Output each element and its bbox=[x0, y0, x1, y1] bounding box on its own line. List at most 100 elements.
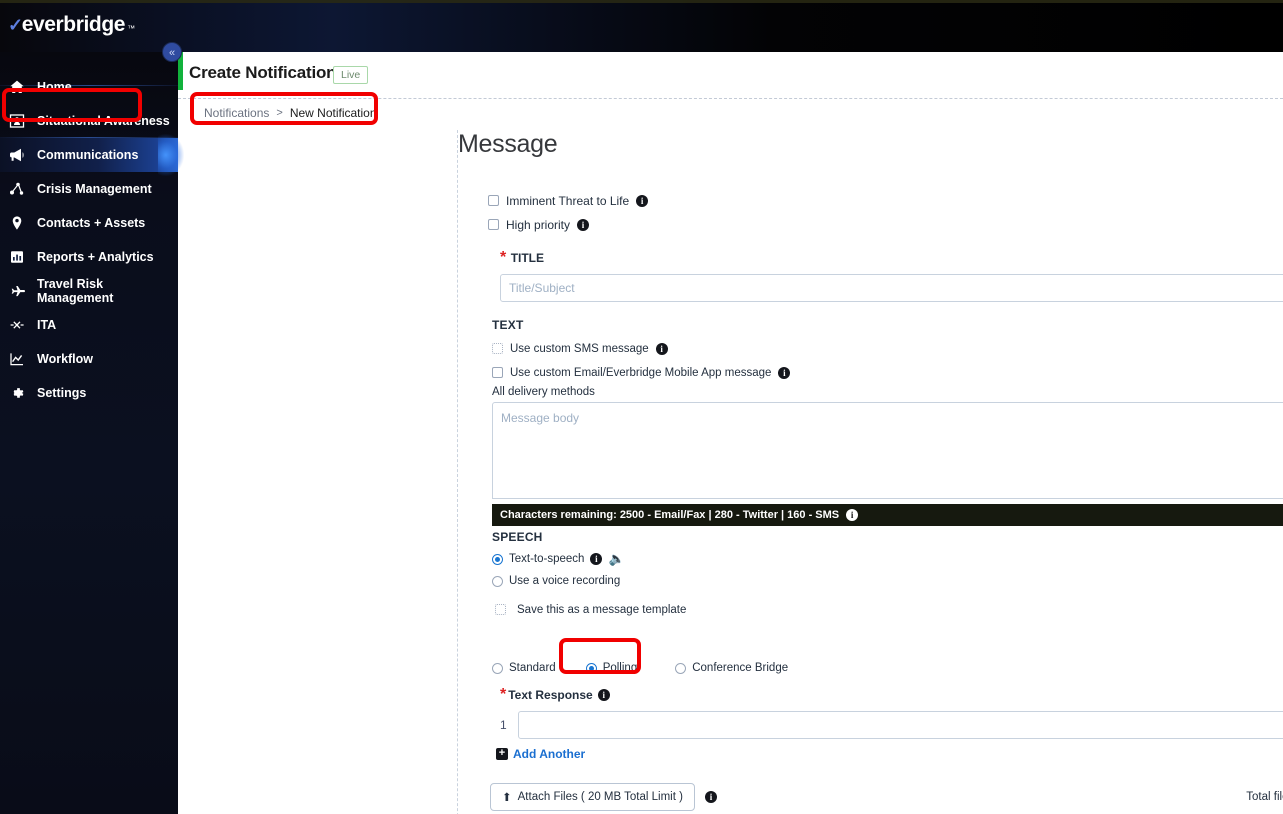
speech-section-label: SPEECH bbox=[492, 530, 543, 544]
info-icon[interactable]: i bbox=[655, 342, 668, 355]
standard-option[interactable]: Standard bbox=[492, 662, 556, 674]
top-bar: ✓ everbridge ™ bbox=[0, 0, 1283, 52]
sidebar-collapse-button[interactable]: « bbox=[162, 42, 182, 62]
attachment-totals: Total files: 0 Total size: 0 b bbox=[1246, 791, 1283, 803]
message-panel: Message Imminent Threat to Life i High p… bbox=[457, 130, 1283, 814]
breadcrumb-current: New Notification bbox=[289, 106, 377, 120]
text-response-input[interactable] bbox=[517, 711, 1283, 739]
custom-sms-checkbox[interactable] bbox=[492, 343, 503, 354]
message-form: Imminent Threat to Life i High priority … bbox=[488, 190, 1283, 811]
speaker-icon[interactable]: 🔈 bbox=[608, 552, 624, 565]
text-response-row: 1 bbox=[500, 711, 1283, 739]
sidebar-item-label: Travel Risk Management bbox=[37, 277, 114, 305]
brand-name: everbridge bbox=[21, 13, 126, 36]
standard-radio[interactable] bbox=[492, 662, 503, 674]
status-badge: Live bbox=[333, 66, 369, 84]
custom-sms-label: Use custom SMS message bbox=[510, 342, 649, 355]
page-title: Create Notification bbox=[189, 63, 337, 82]
info-icon[interactable]: i bbox=[597, 689, 610, 701]
conference-bridge-radio[interactable] bbox=[675, 662, 687, 674]
imminent-threat-row: Imminent Threat to Life i bbox=[488, 190, 1283, 211]
sidebar-item-home[interactable]: Home bbox=[0, 70, 178, 104]
airplane-icon bbox=[8, 282, 26, 300]
sidebar-item-workflow[interactable]: Workflow bbox=[0, 342, 178, 376]
sidebar-item-contacts-assets[interactable]: Contacts + Assets bbox=[0, 206, 178, 240]
total-files: Total files: 0 bbox=[1246, 791, 1283, 803]
sidebar-item-situational-awareness[interactable]: Situational Awareness bbox=[0, 104, 178, 138]
page-header: Create Notification Live bbox=[178, 52, 1283, 98]
imminent-threat-checkbox[interactable] bbox=[488, 195, 499, 206]
sidebar-item-reports-analytics[interactable]: Reports + Analytics bbox=[0, 240, 178, 274]
attachments-row: ⬆ Attach Files ( 20 MB Total Limit ) i T… bbox=[488, 783, 1283, 811]
high-priority-row: High priority i bbox=[488, 214, 1283, 235]
title-label-row: * TITLE bbox=[500, 249, 1283, 267]
high-priority-label: High priority bbox=[506, 217, 571, 232]
characters-remaining-text: Characters remaining: 2500 - Email/Fax |… bbox=[500, 509, 840, 521]
imminent-threat-label: Imminent Threat to Life bbox=[506, 193, 630, 208]
text-to-speech-radio[interactable] bbox=[492, 553, 503, 565]
sidebar-item-travel-risk-management[interactable]: Travel Risk Management bbox=[0, 274, 178, 308]
sidebar-item-communications[interactable]: Communications bbox=[0, 134, 184, 176]
sidebar-item-label: Contacts + Assets bbox=[37, 216, 146, 230]
high-priority-checkbox[interactable] bbox=[488, 219, 499, 230]
info-icon[interactable]: i bbox=[704, 791, 717, 803]
add-another-button[interactable]: + Add Another bbox=[496, 747, 1283, 761]
section-title: Message bbox=[458, 130, 558, 158]
megaphone-icon bbox=[8, 146, 26, 164]
breadcrumb-link-notifications[interactable]: Notifications bbox=[204, 106, 269, 120]
speech-section: SPEECH Text-to-speech i 🔈 Use a voice re… bbox=[488, 530, 1283, 620]
info-icon[interactable]: i bbox=[846, 509, 859, 521]
standard-label: Standard bbox=[509, 662, 556, 674]
conference-bridge-option[interactable]: Conference Bridge bbox=[675, 662, 788, 674]
sidebar-item-label: Reports + Analytics bbox=[37, 250, 154, 264]
header-divider bbox=[178, 98, 1283, 99]
sidebar-item-crisis-management[interactable]: Crisis Management bbox=[0, 172, 178, 206]
polling-radio[interactable] bbox=[585, 662, 597, 674]
text-response-label: Text Response bbox=[508, 688, 593, 702]
sidebar-item-label: Communications bbox=[37, 148, 139, 162]
attach-files-button[interactable]: ⬆ Attach Files ( 20 MB Total Limit ) bbox=[490, 783, 695, 811]
sidebar-item-label: Crisis Management bbox=[37, 182, 152, 196]
info-icon[interactable]: i bbox=[577, 218, 590, 231]
sidebar-item-label: Situational Awareness bbox=[37, 114, 170, 128]
plus-icon: + bbox=[496, 748, 508, 760]
add-another-label: Add Another bbox=[513, 747, 586, 761]
polling-option[interactable]: Polling bbox=[585, 662, 638, 674]
info-icon[interactable]: i bbox=[778, 366, 791, 379]
conference-bridge-label: Conference Bridge bbox=[692, 662, 789, 674]
custom-email-row: Use custom Email/Everbridge Mobile App m… bbox=[492, 362, 1283, 383]
text-section-label: TEXT bbox=[492, 318, 524, 332]
crisis-network-icon bbox=[8, 180, 26, 198]
sidebar-item-settings[interactable]: Settings bbox=[0, 376, 178, 410]
text-to-speech-row: Text-to-speech i 🔈 bbox=[492, 548, 1283, 570]
custom-email-checkbox[interactable] bbox=[492, 367, 503, 378]
workflow-line-chart-icon bbox=[8, 350, 26, 368]
breadcrumb-separator-icon: > bbox=[276, 107, 283, 119]
message-body-textarea[interactable] bbox=[492, 402, 1283, 499]
voice-recording-row: Use a voice recording bbox=[492, 570, 1283, 592]
sidebar-item-label: Home bbox=[37, 80, 72, 94]
required-asterisk: * bbox=[500, 249, 507, 266]
voice-recording-radio[interactable] bbox=[492, 575, 503, 587]
info-icon[interactable]: i bbox=[636, 194, 649, 207]
sidebar-item-label: ITA bbox=[37, 318, 57, 332]
sidebar-item-ita[interactable]: ITA bbox=[0, 308, 178, 342]
info-icon[interactable]: i bbox=[590, 553, 603, 565]
title-label: TITLE bbox=[510, 251, 545, 265]
notification-type-options: Standard Polling Conference Bridge bbox=[492, 656, 1283, 680]
save-template-checkbox[interactable] bbox=[495, 604, 506, 615]
gear-icon bbox=[8, 384, 26, 402]
polling-label: Polling bbox=[602, 662, 638, 674]
voice-recording-label: Use a voice recording bbox=[509, 575, 621, 587]
map-pin-icon bbox=[8, 214, 26, 232]
text-section: TEXT Use custom SMS message i Use custom… bbox=[488, 318, 1283, 526]
main-content: Create Notification Live Notifications >… bbox=[178, 52, 1283, 814]
custom-sms-row: Use custom SMS message i bbox=[492, 338, 1283, 359]
custom-email-label: Use custom Email/Everbridge Mobile App m… bbox=[510, 366, 772, 379]
title-input[interactable] bbox=[500, 274, 1283, 302]
sidebar-item-label: Workflow bbox=[37, 352, 94, 366]
text-to-speech-label: Text-to-speech bbox=[509, 553, 585, 565]
notification-type-section: Standard Polling Conference Bridge * Tex… bbox=[488, 656, 1283, 761]
home-icon bbox=[8, 78, 26, 96]
situational-awareness-icon bbox=[8, 112, 26, 130]
